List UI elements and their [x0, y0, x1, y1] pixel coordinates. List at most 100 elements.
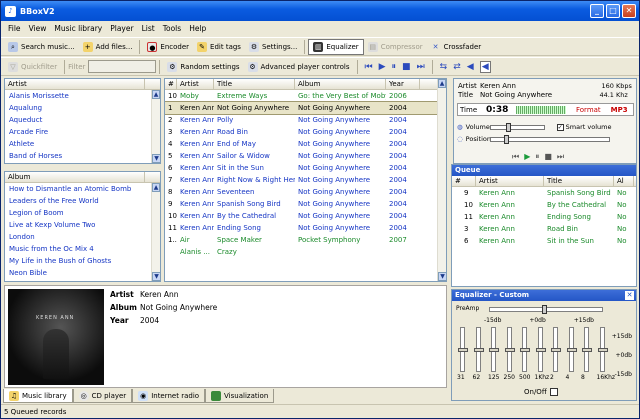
table-row[interactable]: 3 Keren Ann Road Bin Not Going Anywhere 2004: [165, 126, 446, 138]
eq-band-slider[interactable]: [504, 327, 515, 372]
album-scrollbar[interactable]: ▲ ▼: [151, 183, 160, 281]
list-item[interactable]: How to Dismantle an Atomic Bomb: [5, 183, 160, 195]
scroll-up-icon[interactable]: ▲: [152, 183, 160, 192]
previous-icon[interactable]: ⏮: [512, 152, 519, 162]
eq-band-knob[interactable]: [597, 347, 608, 352]
pause-icon[interactable]: ⏸: [535, 152, 539, 162]
next-icon[interactable]: ⏭: [417, 62, 425, 72]
eq-band-knob[interactable]: [489, 347, 499, 352]
list-item[interactable]: My Life in the Bush of Ghosts: [5, 255, 160, 267]
eq-band-slider[interactable]: [597, 327, 608, 372]
table-row[interactable]: 6 Keren Ann Sit in the Sun Not Going Anywhe…: [165, 162, 446, 174]
artist-header[interactable]: Artist: [5, 79, 160, 90]
menu-help[interactable]: Help: [185, 24, 210, 33]
menu-music-library[interactable]: Music library: [50, 24, 106, 33]
menu-view[interactable]: View: [25, 24, 51, 33]
eq-band-knob[interactable]: [535, 347, 546, 352]
filter-input[interactable]: [88, 60, 157, 73]
equalizer-toggle[interactable]: ▥ Equalizer: [308, 38, 364, 55]
tab-music-library[interactable]: ♫ Music library: [3, 389, 73, 403]
table-row[interactable]: 4 Keren Ann End of May Not Going Anywhere 20…: [165, 138, 446, 150]
column-header-number[interactable]: #: [165, 79, 177, 90]
position-knob[interactable]: [504, 134, 510, 144]
list-item[interactable]: Alanis Morissette: [5, 90, 160, 102]
table-row[interactable]: 11 Keren Ann Ending Song Not Going Anywhere…: [165, 222, 446, 234]
volume-slider[interactable]: [489, 122, 545, 132]
column-header-year[interactable]: Year: [386, 79, 420, 90]
table-row[interactable]: 9 Keren Ann Spanish Song Bird Not Going Any…: [165, 198, 446, 210]
preamp-knob[interactable]: [542, 305, 547, 314]
position-slider[interactable]: [489, 134, 610, 144]
encoder-button[interactable]: ● Encoder: [143, 39, 193, 55]
queue-row[interactable]: 11 Keren Ann Ending Song No: [452, 211, 636, 223]
repeat-icon[interactable]: ⇆: [440, 62, 448, 72]
scroll-down-icon[interactable]: ▼: [438, 272, 446, 281]
eq-band-slider[interactable]: [458, 327, 468, 372]
title-bar[interactable]: ♪ BBoxV2 _ □ ✕: [1, 1, 639, 21]
close-button[interactable]: ✕: [622, 4, 636, 18]
eq-band-slider[interactable]: [473, 327, 484, 372]
play-icon[interactable]: ▶: [524, 152, 530, 162]
eq-band-slider[interactable]: [489, 327, 499, 372]
table-row[interactable]: 2 Keren Ann Polly Not Going Anywhere 2004: [165, 114, 446, 126]
add-files-button[interactable]: + Add files...: [79, 39, 137, 55]
compressor-toggle[interactable]: ▤ Compressor: [364, 39, 427, 55]
scroll-down-icon[interactable]: ▼: [152, 154, 160, 163]
tab-cd-player[interactable]: ◎ CD player: [72, 389, 133, 403]
scroll-up-icon[interactable]: ▲: [438, 79, 446, 88]
queue-col-title[interactable]: Title: [544, 175, 614, 187]
crossfader-toggle[interactable]: ✕ Crossfader: [427, 39, 486, 55]
track-scrollbar[interactable]: ▲ ▼: [437, 79, 446, 281]
table-row[interactable]: 10 Moby Extreme Ways Go: the Very Best of M…: [165, 90, 446, 102]
preamp-slider[interactable]: [489, 305, 603, 314]
column-header-title[interactable]: Title: [214, 79, 295, 90]
play-icon[interactable]: ▶: [379, 62, 386, 72]
list-item[interactable]: Music from the Oc Mix 4: [5, 243, 160, 255]
pause-icon[interactable]: ⏸: [392, 62, 397, 72]
scroll-up-icon[interactable]: ▲: [152, 90, 160, 99]
list-item[interactable]: Neon Bible: [5, 267, 160, 279]
next-icon[interactable]: ⏭: [557, 152, 564, 162]
list-item[interactable]: Band of Horses: [5, 150, 160, 162]
list-item[interactable]: Athlete: [5, 138, 160, 150]
album-header[interactable]: Album: [5, 172, 160, 183]
scroll-down-icon[interactable]: ▼: [152, 272, 160, 281]
table-row[interactable]: 1...Air Space Maker Pocket Symphony 2007: [165, 234, 446, 246]
eq-band-knob[interactable]: [473, 347, 484, 352]
eq-band-knob[interactable]: [582, 347, 592, 352]
table-row[interactable]: Alanis ... Crazy: [165, 246, 446, 258]
settings-button[interactable]: ⚙ Settings...: [245, 39, 301, 55]
list-item[interactable]: Leaders of the Free World: [5, 195, 160, 207]
column-header-album[interactable]: Album: [295, 79, 386, 90]
queue-col-album[interactable]: Al: [614, 175, 634, 187]
queue-row[interactable]: 9 Keren Ann Spanish Song Bird No: [452, 187, 636, 199]
advanced-controls-button[interactable]: ⚙ Advanced player controls: [244, 59, 354, 75]
queue-col-artist[interactable]: Artist: [476, 175, 544, 187]
minimize-button[interactable]: _: [590, 4, 604, 18]
quickfilter-button[interactable]: ▽ Quickfilter: [4, 59, 61, 75]
column-header-artist[interactable]: Artist: [177, 79, 214, 90]
previous-icon[interactable]: ⏮: [365, 62, 373, 72]
eq-band-slider[interactable]: [520, 327, 530, 372]
eq-band-slider[interactable]: [551, 327, 561, 372]
tab-internet-radio[interactable]: ◉ Internet radio: [132, 389, 206, 403]
eq-band-slider[interactable]: [535, 327, 546, 372]
eq-band-slider[interactable]: [582, 327, 592, 372]
tab-visualization[interactable]: Visualization: [205, 389, 275, 403]
table-row[interactable]: 1 Keren Ann Not Going Anywhere Not Going An…: [165, 101, 446, 115]
list-item[interactable]: Live at Kexp Volume Two: [5, 219, 160, 231]
edit-tags-button[interactable]: ✎ Edit tags: [193, 39, 245, 55]
smart-volume-checkbox[interactable]: ✓: [556, 123, 564, 131]
table-row[interactable]: 10 Keren Ann By the Cathedral Not Going Any…: [165, 210, 446, 222]
artist-scrollbar[interactable]: ▲ ▼: [151, 90, 160, 163]
random-settings-button[interactable]: ⚙ Random settings: [163, 59, 243, 75]
volume-icon[interactable]: ◀: [479, 60, 491, 73]
list-item[interactable]: London: [5, 231, 160, 243]
maximize-button[interactable]: □: [606, 4, 620, 18]
close-icon[interactable]: ✕: [625, 291, 634, 300]
stop-icon[interactable]: ■: [402, 62, 411, 72]
menu-file[interactable]: File: [4, 24, 25, 33]
eq-band-knob[interactable]: [504, 347, 515, 352]
queue-row[interactable]: 3 Keren Ann Road Bin No: [452, 223, 636, 235]
eq-band-knob[interactable]: [520, 347, 530, 352]
